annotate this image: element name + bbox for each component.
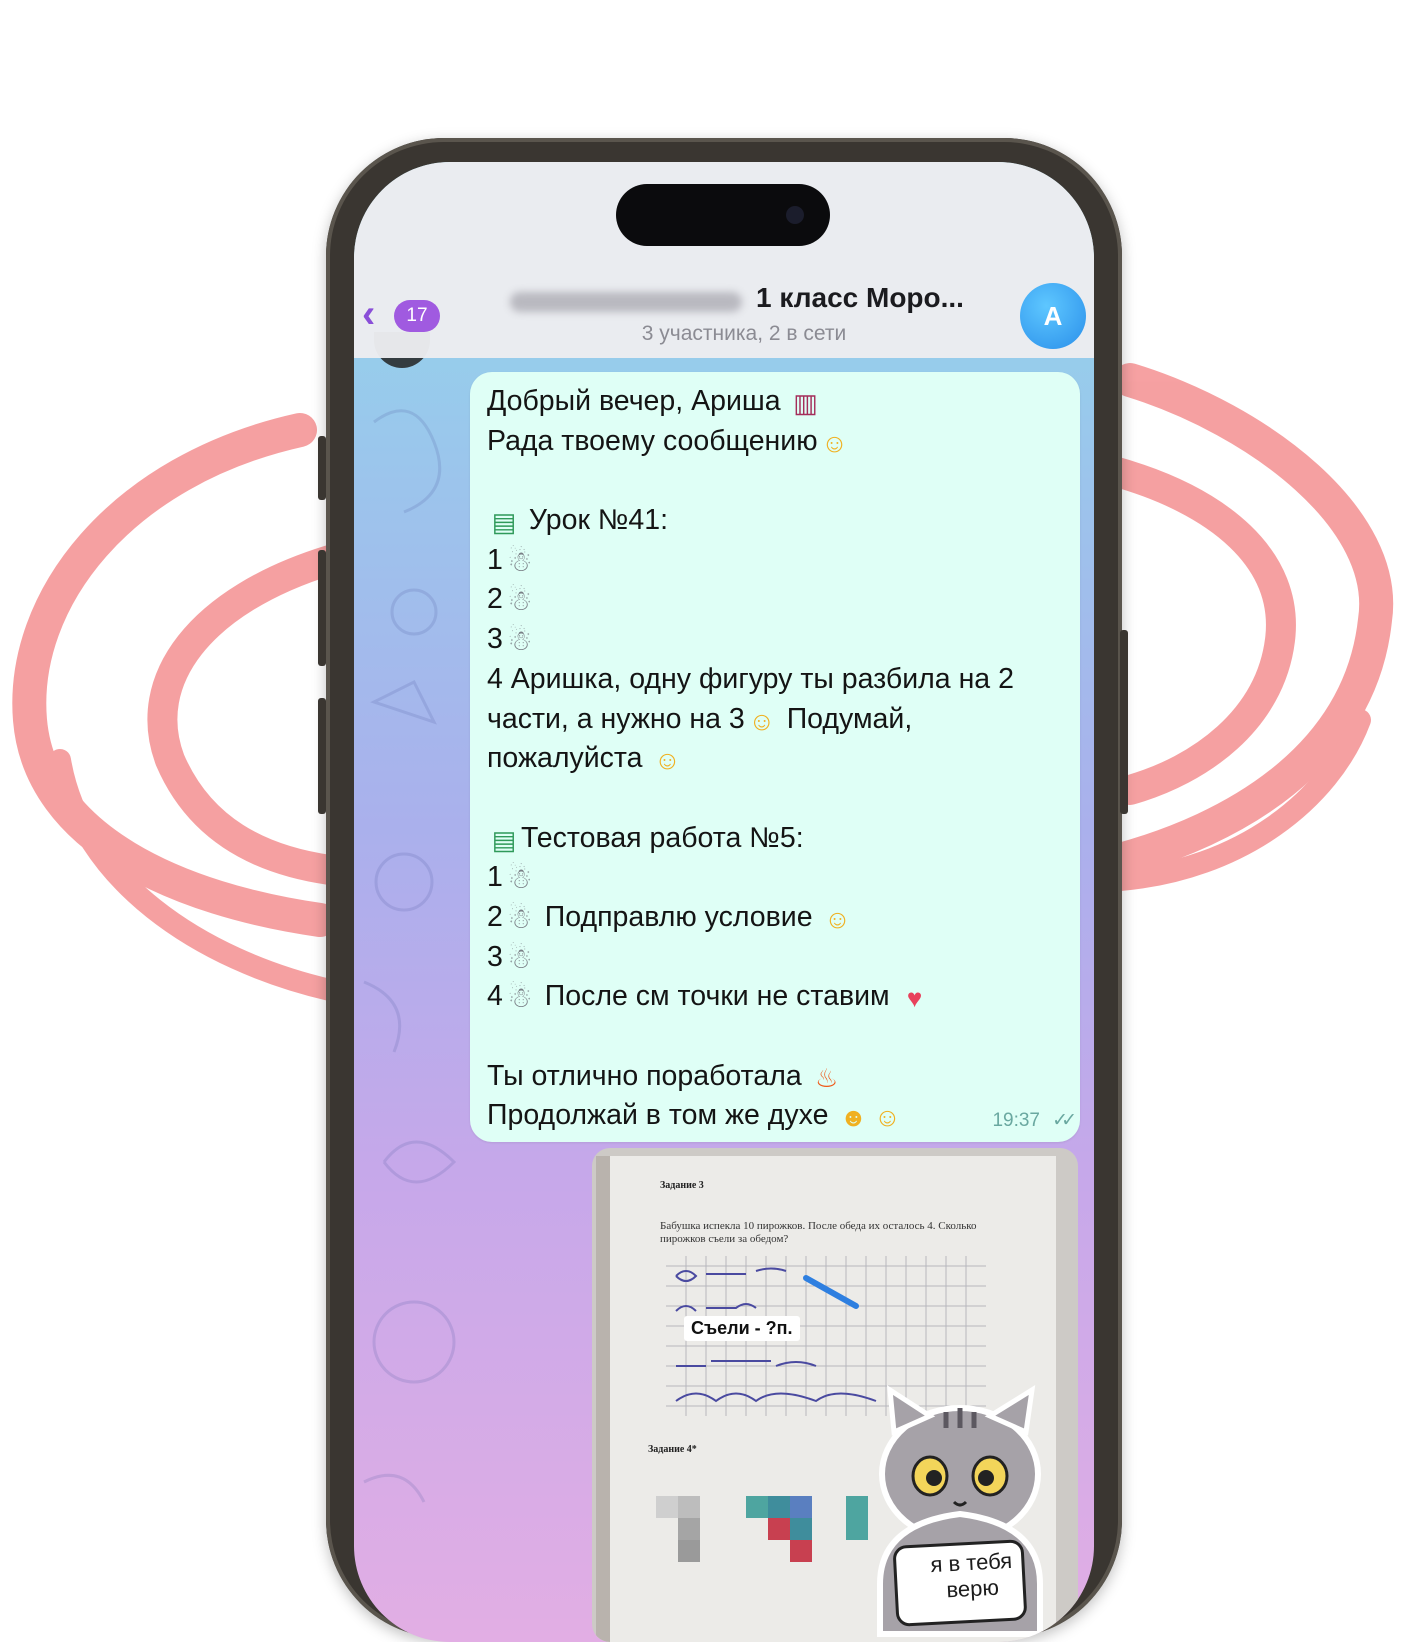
message-line: Ты отлично поработала ♨ — [487, 1057, 1060, 1097]
message-line — [487, 1017, 1060, 1057]
message-text: Рада твоему сообщению — [487, 424, 818, 457]
message-text: 2 — [487, 900, 503, 933]
message-line: Добрый вечер, Ариша ▥ — [487, 382, 1060, 422]
books-icon: ▤ — [491, 507, 517, 538]
fire-icon: ♨ — [814, 1062, 839, 1093]
message-line: пожалуйста ☺ — [487, 739, 1060, 779]
snowman-icon: ☃ — [507, 902, 533, 934]
worksheet-task: Бабушка испекла 10 пирожков. После обеда… — [660, 1220, 977, 1245]
message-text: 1 — [487, 543, 503, 576]
message-line: ▤ Тестовая работа №5: — [487, 819, 1060, 859]
worksheet-heading: Задание 3 — [660, 1180, 704, 1191]
message-text: После см точки не ставим — [536, 980, 898, 1013]
hugging-face-icon: ☺ — [821, 427, 848, 458]
message-text: 1 — [487, 861, 503, 894]
volume-up-button — [318, 550, 326, 666]
blurred-chat-name — [510, 292, 742, 312]
message-line: 4 Аришка, одну фигуру ты разбила на 2 — [487, 660, 1060, 700]
unread-count-badge[interactable]: 17 — [394, 300, 440, 332]
worksheet-heading-2: Задание 4* — [648, 1444, 697, 1455]
message-text: 3 — [487, 940, 503, 973]
message-line: 2 ☃ — [487, 580, 1060, 620]
volume-down-button — [318, 698, 326, 814]
message-text: Ты отлично поработала — [487, 1059, 810, 1092]
action-button — [318, 436, 326, 500]
message-bubble[interactable]: Добрый вечер, Ариша ▥ Рада твоему сообщен… — [470, 372, 1080, 1142]
message-line: 3 ☃ — [487, 620, 1060, 660]
message-text: 3 — [487, 623, 503, 656]
chat-title[interactable]: 1 класс Моро... — [756, 282, 996, 314]
chat-avatar[interactable]: А — [1020, 283, 1086, 349]
message-text: Тестовая работа №5: — [521, 821, 804, 854]
message-text: Продолжай в том же духе — [487, 1099, 837, 1132]
photo-caption: Съели - ?п. — [684, 1316, 800, 1341]
cat-sticker — [877, 1385, 1043, 1637]
message-text: части, а нужно на 3 — [487, 702, 745, 735]
city-sunset-icon: ▥ — [793, 388, 818, 418]
message-line: 4 ☃ После см точки не ставим ♥ — [487, 977, 1060, 1017]
smiling-face-icon: ☺ — [654, 745, 681, 776]
snowman-icon: ☃ — [507, 863, 533, 895]
front-camera — [786, 206, 804, 224]
message-text: Подумай, — [778, 702, 913, 735]
chat-header: ‹ 17 1 класс Моро... 3 участника, 2 в се… — [354, 162, 1094, 358]
message-line: Рада твоему сообщению ☺ — [487, 422, 1060, 462]
message-line: 1 ☃ — [487, 541, 1060, 581]
snowman-icon: ☃ — [507, 942, 533, 974]
message-text: пожалуйста — [487, 742, 651, 775]
message-time: 19:37 — [992, 1110, 1040, 1131]
photo-message[interactable]: Задание 3 Бабушка испекла 10 пирожков. П… — [592, 1148, 1078, 1642]
hugging-face-icon: ☺ — [874, 1102, 901, 1133]
snowman-icon: ☃ — [507, 625, 533, 657]
message-line: 2 ☃ Подправлю условие ☺ — [487, 898, 1060, 938]
message-line: 1 ☃ — [487, 858, 1060, 898]
message-line: части, а нужно на 3 ☺ Подумай, — [487, 700, 1060, 740]
message-text: Урок №41: — [521, 504, 669, 537]
message-text: Подправлю условие — [536, 900, 821, 933]
message-line: 3 ☃ — [487, 938, 1060, 978]
message-text: 4 Аришка, одну фигуру ты разбила на 2 — [487, 662, 1014, 695]
message-text: Добрый вечер, Ариша — [487, 385, 789, 417]
message-text: 4 — [487, 980, 503, 1013]
power-button — [1120, 630, 1128, 814]
message-line — [487, 461, 1060, 501]
message-text: 2 — [487, 583, 503, 616]
hugging-face-icon: ☺ — [824, 903, 851, 934]
chat-subtitle: 3 участника, 2 в сети — [641, 322, 847, 345]
message-line: Продолжай в том же духе ☻ ☺ — [487, 1096, 1060, 1136]
message-line: ▤ Урок №41: — [487, 501, 1060, 541]
partying-face-icon: ☻ — [839, 1102, 868, 1133]
back-chevron-icon[interactable]: ‹ — [362, 292, 390, 336]
phone-screen: Добрый вечер, Ариша ▥ Рада твоему сообщен… — [354, 162, 1094, 1642]
books-icon: ▤ — [491, 824, 517, 855]
dynamic-island — [616, 184, 830, 246]
smiling-face-with-hearts-icon: ♥ — [906, 983, 923, 1014]
message-line — [487, 779, 1060, 819]
read-receipt-icon: ✓✓ — [1052, 1110, 1077, 1131]
hugging-face-icon: ☺ — [748, 705, 776, 736]
snowman-icon: ☃ — [507, 585, 533, 617]
sticker-text: я в тебя верю — [929, 1547, 1013, 1603]
snowman-icon: ☃ — [507, 982, 533, 1014]
snowman-icon: ☃ — [507, 545, 533, 577]
